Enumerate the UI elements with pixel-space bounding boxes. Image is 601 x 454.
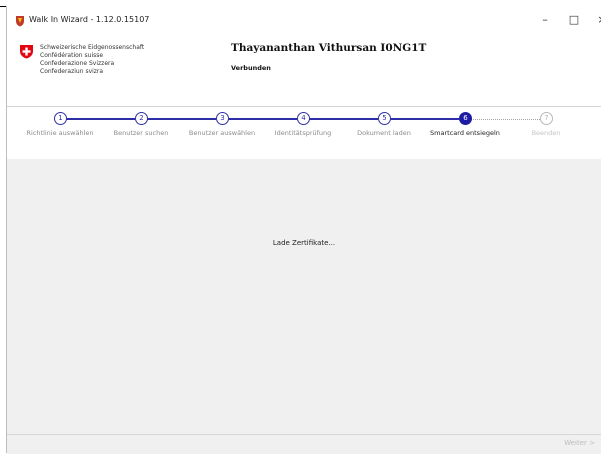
app-shield-icon xyxy=(16,16,24,27)
step-connector xyxy=(228,118,297,120)
confederation-name: Schweizerische Eidgenossenschaft Confédé… xyxy=(40,44,144,76)
maximize-button[interactable]: □ xyxy=(563,12,585,28)
minimize-button[interactable]: – xyxy=(534,12,556,28)
step-connector-pending xyxy=(471,119,540,120)
loading-message: Lade Zertifikate... xyxy=(272,239,336,247)
confederation-line-de: Schweizerische Eidgenossenschaft xyxy=(40,44,145,51)
wizard-stepper: 1 Richtlinie auswählen 2 Benutzer suchen… xyxy=(7,107,601,159)
step-4-label: Identitätsprüfung xyxy=(274,129,332,137)
close-button[interactable]: × xyxy=(591,12,601,28)
confederation-line-it: Confederazione Svizzera xyxy=(40,60,115,67)
step-5-circle: 5 xyxy=(378,112,391,125)
step-connector xyxy=(147,118,216,120)
step-7-label: Beenden xyxy=(531,129,561,137)
connection-status: Verbunden xyxy=(231,64,271,72)
step-2-label: Benutzer suchen xyxy=(113,129,169,137)
step-connector xyxy=(309,118,378,120)
swiss-coat-of-arms-icon xyxy=(20,45,33,59)
step-3-circle: 3 xyxy=(216,112,229,125)
step-1-label: Richtlinie auswählen xyxy=(26,129,94,137)
step-6-circle: 6 xyxy=(459,112,472,125)
step-1-circle: 1 xyxy=(54,112,67,125)
window-title: Walk In Wizard - 1.12.0.15107 xyxy=(29,15,150,24)
step-3-label: Benutzer auswählen xyxy=(188,129,256,137)
content-area: Lade Zertifikate... xyxy=(7,159,601,434)
user-name: Thayananthan Vithursan I0NG1T xyxy=(231,42,427,54)
step-connector xyxy=(390,118,459,120)
step-4-circle: 4 xyxy=(297,112,310,125)
step-6-label: Smartcard entsiegeln xyxy=(430,129,500,137)
step-connector xyxy=(66,118,135,120)
confederation-line-rm: Confederaziun svizra xyxy=(40,68,104,75)
title-bar[interactable]: Walk In Wizard - 1.12.0.15107 – □ × xyxy=(7,6,601,34)
step-7-circle: 7 xyxy=(540,112,553,125)
wizard-window: Walk In Wizard - 1.12.0.15107 – □ × Schw… xyxy=(6,6,601,454)
step-2-circle: 2 xyxy=(135,112,148,125)
step-5-label: Dokument laden xyxy=(357,129,411,137)
header-panel: Schweizerische Eidgenossenschaft Confédé… xyxy=(7,34,601,107)
confederation-line-fr: Confédération suisse xyxy=(40,52,104,59)
next-button[interactable]: Weiter > xyxy=(564,439,595,447)
footer-bar: Weiter > xyxy=(7,434,601,454)
